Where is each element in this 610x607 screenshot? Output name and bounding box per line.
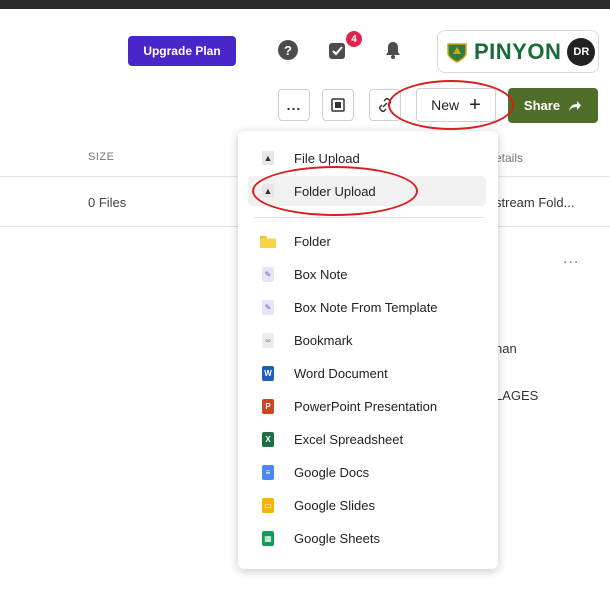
bell-icon[interactable] [381, 38, 405, 62]
menu-item-label: Google Docs [294, 464, 370, 480]
share-arrow-icon [569, 100, 582, 111]
menu-item-word-document[interactable]: W Word Document [248, 358, 486, 388]
background-text: nan [495, 341, 517, 356]
bookmark-icon: ∞ [260, 332, 276, 348]
annotation-circle-folder-upload [252, 166, 418, 216]
menu-item-powerpoint[interactable]: P PowerPoint Presentation [248, 391, 486, 421]
menu-item-bookmark[interactable]: ∞ Bookmark [248, 325, 486, 355]
more-options-button[interactable]: ... [278, 89, 310, 121]
menu-item-excel[interactable]: X Excel Spreadsheet [248, 424, 486, 454]
google-sheets-icon: ▦ [260, 530, 276, 546]
column-header-size[interactable]: SIZE [88, 151, 114, 163]
menu-item-label: File Upload [294, 150, 360, 166]
share-button-label: Share [523, 98, 561, 113]
menu-item-label: Folder [294, 233, 331, 249]
menu-item-label: PowerPoint Presentation [294, 398, 438, 414]
top-bar [0, 0, 610, 9]
menu-item-label: Bookmark [294, 332, 353, 348]
menu-item-google-sheets[interactable]: ▦ Google Sheets [248, 523, 486, 553]
menu-item-label: Box Note [294, 266, 348, 282]
account-menu[interactable]: PINYON DR [437, 30, 599, 73]
collections-icon[interactable] [322, 89, 354, 121]
menu-item-box-note[interactable]: ✎ Box Note [248, 259, 486, 289]
menu-item-label: Google Sheets [294, 530, 381, 546]
menu-item-label: Google Slides [294, 497, 375, 513]
share-button[interactable]: Share [508, 88, 598, 123]
word-icon: W [260, 365, 276, 381]
menu-item-label: Excel Spreadsheet [294, 431, 404, 447]
row-size-value: 0 Files [88, 195, 127, 210]
avatar[interactable]: DR [567, 37, 596, 66]
menu-item-label: Box Note From Template [294, 299, 438, 315]
row-more-button[interactable]: ... [563, 250, 579, 268]
upgrade-plan-button[interactable]: Upgrade Plan [128, 36, 236, 66]
menu-item-google-slides[interactable]: ▭ Google Slides [248, 490, 486, 520]
help-icon[interactable]: ? [276, 38, 300, 62]
notification-badge: 4 [346, 31, 362, 47]
google-slides-icon: ▭ [260, 497, 276, 513]
column-header-details: etails [495, 151, 524, 165]
excel-icon: X [260, 431, 276, 447]
brand-name: PINYON [474, 38, 562, 64]
folder-icon [260, 233, 276, 249]
menu-item-google-docs[interactable]: ≡ Google Docs [248, 457, 486, 487]
box-note-icon: ✎ [260, 266, 276, 282]
box-note-template-icon: ✎ [260, 299, 276, 315]
annotation-circle-new [388, 80, 514, 130]
menu-separator [254, 217, 484, 218]
menu-item-box-note-template[interactable]: ✎ Box Note From Template [248, 292, 486, 322]
google-docs-icon: ≡ [260, 464, 276, 480]
menu-item-label: Word Document [294, 365, 388, 381]
background-text: LAGES [495, 388, 539, 403]
upload-icon: ▲ [262, 151, 274, 165]
menu-item-folder[interactable]: Folder [248, 226, 486, 256]
forest-service-shield-icon [447, 42, 467, 63]
row-details-value: stream Fold... [495, 195, 575, 210]
powerpoint-icon: P [260, 398, 276, 414]
